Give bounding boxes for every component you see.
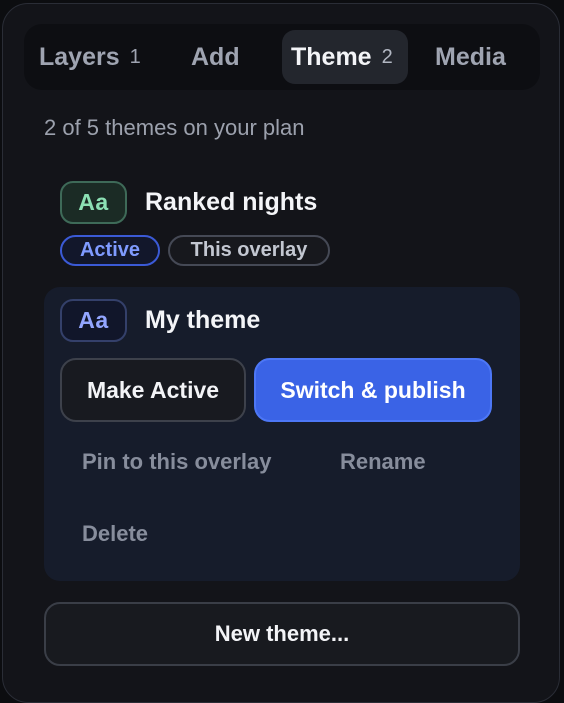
rename-button[interactable]: Rename <box>340 449 426 475</box>
tab-add[interactable]: Add <box>191 30 240 84</box>
delete-button[interactable]: Delete <box>82 521 148 547</box>
this-overlay-badge: This overlay <box>168 235 330 266</box>
plan-usage-text: 2 of 5 themes on your plan <box>44 115 305 140</box>
tab-theme[interactable]: Theme 2 <box>282 30 408 84</box>
tab-add-label: Add <box>191 42 240 71</box>
tab-theme-label: Theme <box>291 42 372 71</box>
tab-media-label: Media <box>435 42 506 71</box>
tab-media[interactable]: Media <box>435 30 506 84</box>
make-active-button[interactable]: Make Active <box>60 358 246 422</box>
theme-name-ranked-nights: Ranked nights <box>145 188 318 216</box>
switch-publish-button[interactable]: Switch & publish <box>254 358 492 422</box>
tab-layers-label: Layers <box>39 42 120 71</box>
active-badge: Active <box>60 235 160 266</box>
pin-to-overlay-button[interactable]: Pin to this overlay <box>82 449 272 475</box>
theme-name-my-theme: My theme <box>145 306 261 334</box>
theme-preview-icon: Aa <box>60 181 127 224</box>
tab-layers-count: 1 <box>129 45 141 68</box>
tab-layers[interactable]: Layers 1 <box>39 30 141 84</box>
theme-preview-icon: Aa <box>60 299 127 342</box>
tab-bar: Layers 1 Add Theme 2 Media <box>24 24 540 90</box>
tab-theme-count: 2 <box>381 45 393 68</box>
new-theme-button[interactable]: New theme... <box>44 602 520 666</box>
